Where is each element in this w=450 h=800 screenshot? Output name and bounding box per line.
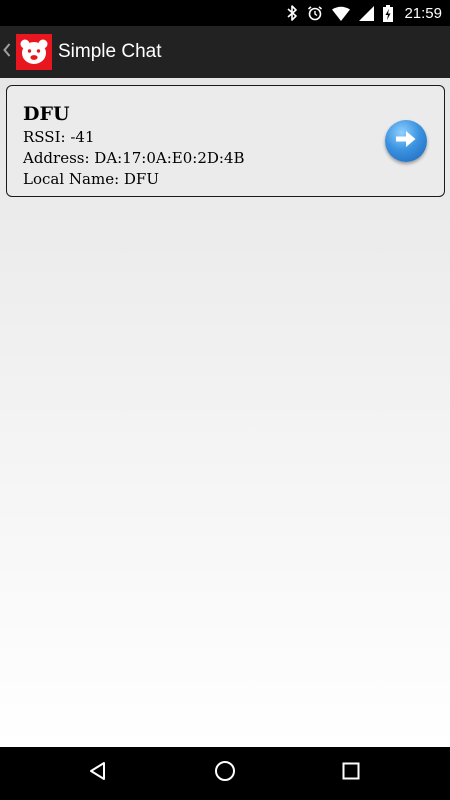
cell-signal-icon	[359, 5, 375, 21]
nav-back-button[interactable]	[68, 747, 128, 800]
connect-button[interactable]	[385, 120, 427, 162]
bear-logo-icon[interactable]	[16, 34, 52, 70]
app-title: Simple Chat	[58, 41, 162, 62]
nav-home-button[interactable]	[195, 747, 255, 800]
chevron-left-icon[interactable]	[3, 43, 15, 61]
status-bar: 21:59	[0, 0, 450, 26]
device-name: DFU	[23, 103, 70, 125]
device-address: Address: DA:17:0A:E0:2D:4B	[23, 149, 245, 167]
device-rssi: RSSI: -41	[23, 128, 95, 146]
alarm-icon	[307, 5, 323, 21]
arrow-right-circle-icon	[394, 128, 418, 154]
action-bar: Simple Chat	[0, 26, 450, 78]
bluetooth-icon	[287, 5, 298, 21]
device-local-name: Local Name: DFU	[23, 170, 159, 188]
navigation-bar	[0, 747, 450, 800]
status-time: 21:59	[404, 4, 442, 22]
battery-charging-icon	[383, 4, 394, 22]
back-triangle-icon	[88, 761, 108, 786]
home-circle-icon	[214, 760, 236, 787]
nav-recents-button[interactable]	[321, 747, 381, 800]
device-list: DFU RSSI: -41 Address: DA:17:0A:E0:2D:4B…	[0, 78, 450, 747]
status-icons: 21:59	[287, 0, 442, 26]
wifi-icon	[332, 6, 351, 21]
device-card[interactable]: DFU RSSI: -41 Address: DA:17:0A:E0:2D:4B…	[6, 85, 445, 197]
recents-square-icon	[342, 762, 360, 785]
